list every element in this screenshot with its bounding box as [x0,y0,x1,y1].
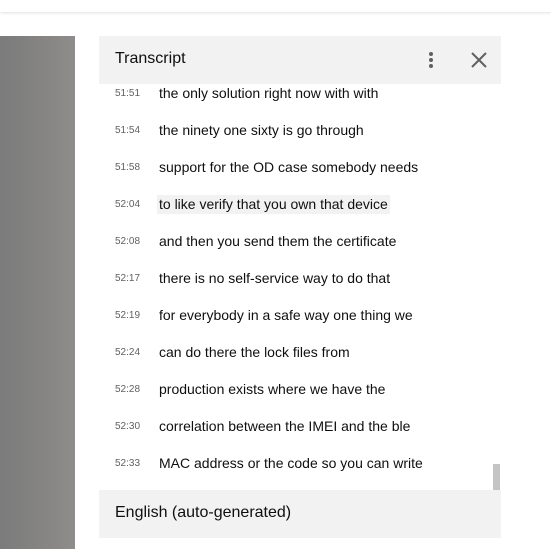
segment-text: there is no self-service way to do that [159,270,391,286]
segment-text: and then you send them the certificate [159,233,397,249]
segment-timestamp: 51:51 [115,88,141,99]
close-transcript-button[interactable] [467,48,491,72]
more-vertical-icon [429,52,433,68]
segment-text: MAC address or the code so you can write [159,455,423,471]
segment-text: for everybody in a safe way one thing we [159,307,413,323]
transcript-segment-list[interactable]: 51:51 the only solution right now with w… [99,84,501,490]
transcript-header: Transcript [99,36,501,84]
segment-text: to like verify that you own that device [157,195,390,214]
segment-text: the only solution right now with with [159,85,379,101]
segment-text: support for the OD case somebody needs [159,159,419,175]
segment-timestamp: 51:54 [115,125,141,136]
transcript-segment[interactable]: 52:17 there is no self-service way to do… [99,269,491,306]
transcript-segment[interactable]: 52:08 and then you send them the certifi… [99,232,491,269]
transcript-segment[interactable]: 51:58 support for the OD case somebody n… [99,158,491,195]
transcript-segment-active[interactable]: 52:04 to like verify that you own that d… [99,195,491,232]
segment-text: the ninety one sixty is go through [159,122,364,138]
transcript-title: Transcript [115,50,186,67]
transcript-segment[interactable]: 52:33 MAC address or the code so you can… [99,454,491,490]
transcript-panel: Transcript 51:51 the only solution right… [99,36,501,538]
transcript-segment[interactable]: 52:19 for everybody in a safe way one th… [99,306,491,343]
segment-timestamp: 51:58 [115,162,141,173]
video-player[interactable] [0,36,75,549]
close-icon [471,52,487,68]
segment-timestamp: 52:19 [115,310,141,321]
scrollbar-thumb[interactable] [493,464,500,490]
transcript-segment[interactable]: 51:54 the ninety one sixty is go through [99,121,491,158]
language-label: English (auto-generated) [115,504,292,521]
segment-timestamp: 52:33 [115,458,141,469]
transcript-segment[interactable]: 51:51 the only solution right now with w… [99,84,491,121]
segment-text: can do there the lock files from [159,344,350,360]
segment-timestamp: 52:24 [115,347,141,358]
segment-timestamp: 52:04 [115,199,141,210]
segment-timestamp: 52:28 [115,384,141,395]
segment-timestamp: 52:17 [115,273,141,284]
transcript-segment[interactable]: 52:24 can do there the lock files from [99,343,491,380]
more-options-button[interactable] [419,48,443,72]
language-selector[interactable]: English (auto-generated) [99,490,501,538]
transcript-segment[interactable]: 52:28 production exists where we have th… [99,380,491,417]
segment-timestamp: 52:08 [115,236,141,247]
transcript-segment[interactable]: 52:30 correlation between the IMEI and t… [99,417,491,454]
segment-text: correlation between the IMEI and the ble [159,418,411,434]
top-bar [0,0,551,12]
segment-timestamp: 52:30 [115,421,141,432]
segment-text: production exists where we have the [159,381,386,397]
